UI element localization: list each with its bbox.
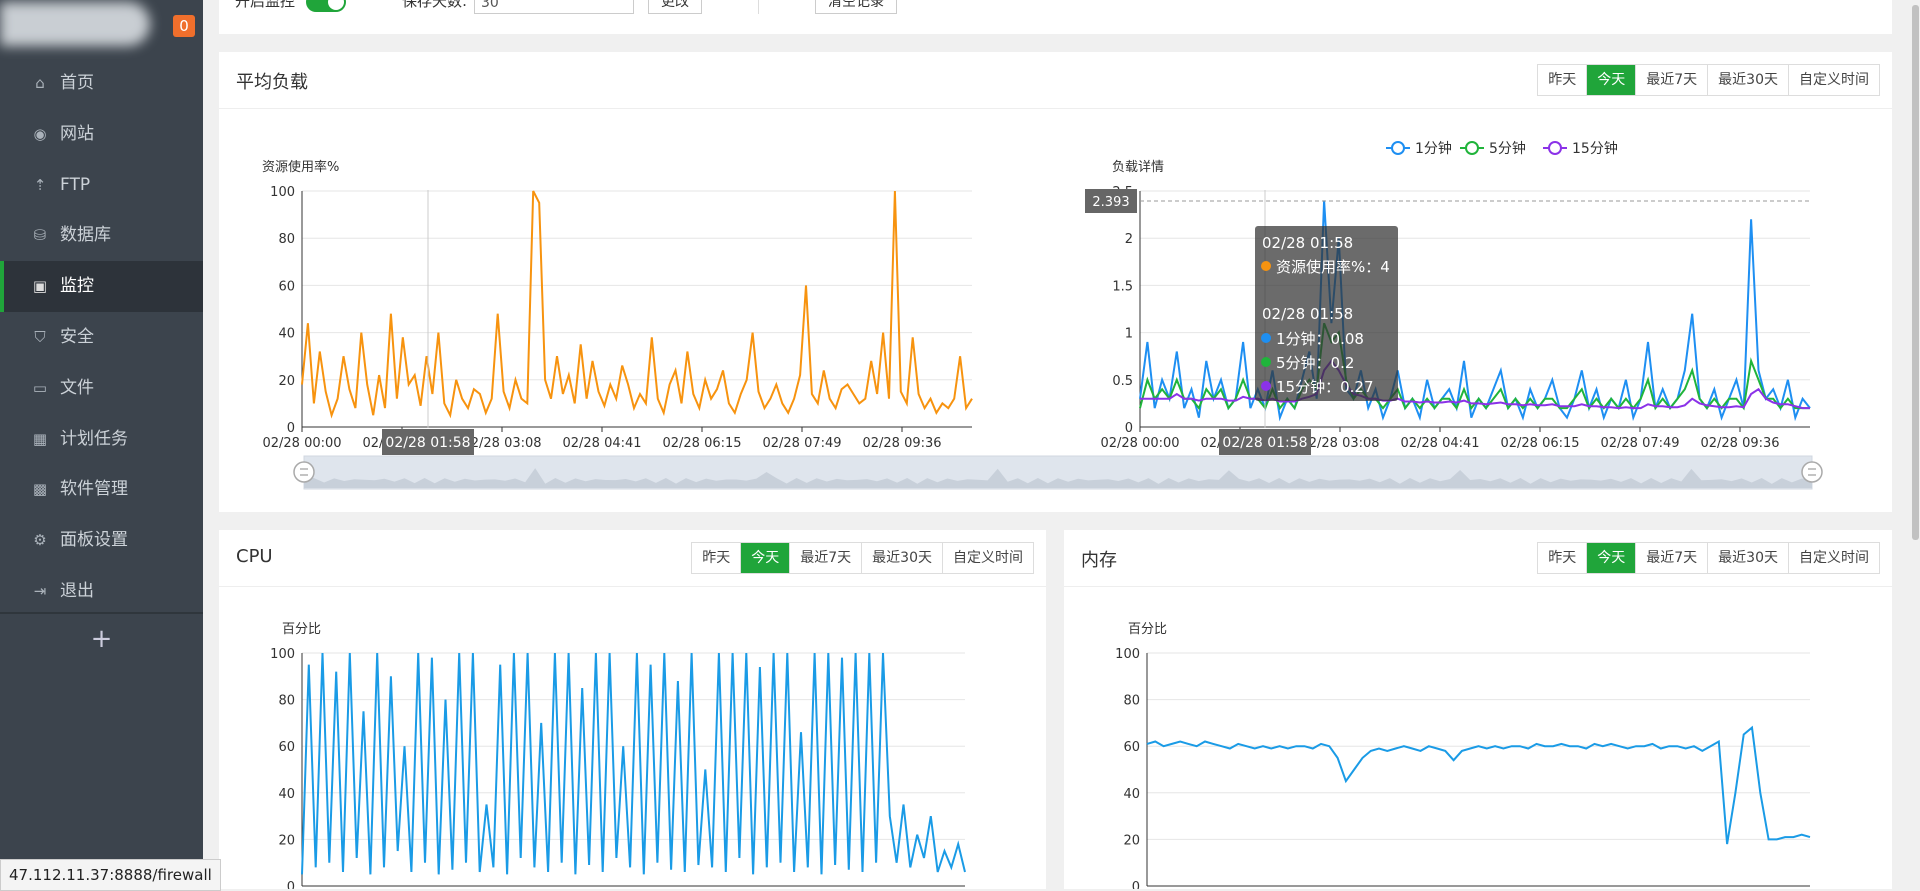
y-axis-label: 百分比 (282, 622, 321, 637)
x-tick-label: 02/28 03:08 (1300, 436, 1379, 451)
y-axis-label: 资源使用率% (262, 159, 339, 175)
tooltip-usage: 资源使用率%：4 (1276, 258, 1390, 276)
tooltip-overlay: 2.393 02/28 01:58 02/28 01:58 02/28 01:5… (382, 189, 1810, 455)
y-tick-label: 40 (278, 787, 295, 802)
x-tick-label: 02/28 00:00 (262, 436, 341, 451)
x-marker-label-right: 02/28 01:58 (1222, 435, 1307, 451)
series-line-0 (1146, 725, 1811, 845)
page-scrollbar-thumb[interactable] (1912, 5, 1919, 540)
legend-label[interactable]: 5分钟 (1489, 140, 1526, 157)
y-tick-label: 40 (1123, 787, 1140, 802)
y-tick-label: 80 (278, 232, 295, 247)
x-tick-label: 02/28 03:08 (462, 436, 541, 451)
y-tick-label: 40 (278, 327, 295, 342)
tooltip-time-1: 02/28 01:58 (1262, 234, 1353, 252)
y-tick-label: 20 (278, 374, 295, 389)
tooltip-15min: 15分钟：0.27 (1276, 378, 1374, 396)
x-tick-label: 02/28 07:49 (762, 436, 841, 451)
y-tick-label: 80 (1123, 694, 1140, 709)
x-tick-label: 02/28 07:49 (1600, 436, 1679, 451)
y-tick-label: 100 (270, 647, 295, 662)
legend-marker (1391, 141, 1405, 155)
y-tick-label: 80 (278, 694, 295, 709)
y-tick-label: 2 (1125, 232, 1133, 247)
y-tick-label: 0 (287, 880, 295, 889)
tooltip-dot-5min (1261, 357, 1271, 367)
load-detail-chart: 00.511.522.5负载详情02/28 00:0002/28 01:3302… (1100, 160, 1811, 451)
x-tick-label: 02/28 06:15 (1500, 436, 1579, 451)
legend-marker (1548, 141, 1562, 155)
zoom-handle-1[interactable] (1801, 461, 1823, 483)
charts-layer: 020406080100资源使用率%02/28 00:0002/28 01:33… (262, 140, 1823, 889)
y-axis-label: 负载详情 (1112, 160, 1164, 175)
series-line-0 (301, 652, 966, 875)
x-tick-label: 02/28 04:41 (1400, 436, 1479, 451)
y-tick-label: 0 (1132, 880, 1140, 889)
tooltip-1min: 1分钟：0.08 (1276, 330, 1364, 348)
resource-usage-chart: 020406080100资源使用率%02/28 00:0002/28 01:33… (262, 159, 973, 451)
memory-chart: 0 20 40 60 80 100 百分比 (1115, 622, 1811, 889)
status-url: 47.112.11.37:8888/firewall (0, 859, 221, 891)
y-tick-label: 20 (1123, 833, 1140, 848)
y-axis-label: 百分比 (1128, 622, 1167, 637)
x-tick-label: 02/28 09:36 (1700, 436, 1779, 451)
y-tick-label: 100 (270, 185, 295, 200)
data-zoom-slider[interactable] (293, 455, 1823, 490)
x-tick-label: 02/28 04:41 (562, 436, 641, 451)
zoom-handle-0[interactable] (293, 461, 315, 483)
y-tick-label: 1 (1125, 327, 1133, 342)
tooltip-dot-usage (1261, 261, 1271, 271)
x-marker-label-left: 02/28 01:58 (385, 435, 470, 451)
y-marker-label: 2.393 (1092, 195, 1129, 210)
y-tick-label: 60 (1123, 740, 1140, 755)
series-line-0 (301, 190, 973, 419)
x-tick-label: 02/28 00:00 (1100, 436, 1179, 451)
tooltip-dot-15min (1261, 381, 1271, 391)
x-tick-label: 02/28 06:15 (662, 436, 741, 451)
tooltip-5min: 5分钟：0.2 (1276, 354, 1354, 372)
load-legend: 1分钟 5分钟 15分钟 (1386, 140, 1618, 157)
y-tick-label: 20 (278, 833, 295, 848)
tooltip-dot-1min (1261, 333, 1271, 343)
y-tick-label: 1.5 (1112, 279, 1133, 294)
legend-marker (1465, 141, 1479, 155)
legend-label[interactable]: 15分钟 (1572, 140, 1618, 157)
x-tick-label: 02/28 09:36 (862, 436, 941, 451)
y-tick-label: 100 (1115, 647, 1140, 662)
y-tick-label: 0 (287, 421, 295, 436)
y-tick-label: 0.5 (1112, 374, 1133, 389)
y-tick-label: 60 (278, 279, 295, 294)
tooltip-time-2: 02/28 01:58 (1262, 305, 1353, 323)
y-tick-label: 60 (278, 740, 295, 755)
legend-label[interactable]: 1分钟 (1415, 140, 1452, 157)
cpu-chart: 0 20 40 60 80 100 百分比 (270, 622, 966, 889)
y-tick-label: 0 (1125, 421, 1133, 436)
